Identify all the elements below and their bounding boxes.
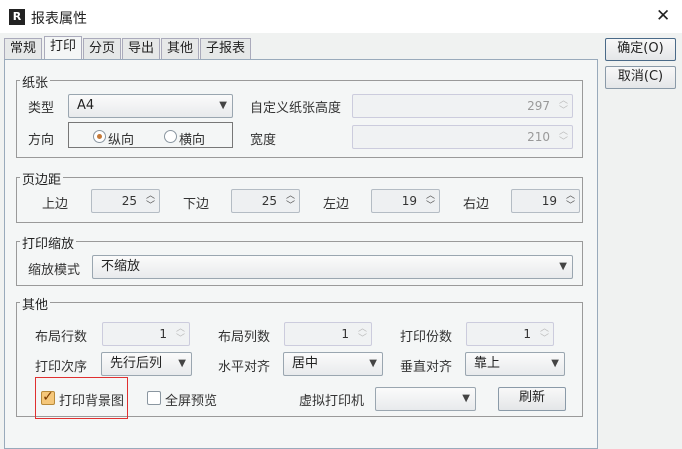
scaling-mode-label: 缩放模式 [28,263,81,278]
margin-top-spinner[interactable]: 25 ︿ ﹀ [91,189,160,213]
paper-width-label: 宽度 [250,133,277,148]
report-icon: R [9,9,25,25]
margin-top-value: 25 [121,194,137,208]
other-group-title: 其他 [20,294,51,313]
spinner-arrows-icon: ︿ ﹀ [558,96,568,116]
cancel-button[interactable]: 取消(C) [605,66,676,89]
chevron-down-icon: ▼ [559,261,567,272]
chevron-down-icon: ▼ [369,358,377,369]
scaling-group-title: 打印缩放 [20,233,77,252]
tab-subreport[interactable]: 子报表 [200,38,252,59]
portrait-radio[interactable] [93,130,106,143]
virtual-printer-label: 虚拟打印机 [299,394,365,409]
paper-type-select[interactable]: A4 ▼ [68,94,233,118]
copies-label: 打印份数 [400,330,453,345]
chevron-down-icon: ▼ [219,100,227,111]
portrait-label[interactable]: 纵向 [108,129,134,148]
margin-bottom-value: 25 [261,194,277,208]
tab-print[interactable]: 打印 [44,36,83,60]
margin-right-label: 右边 [463,197,490,212]
fullscreen-preview-label[interactable]: 全屏预览 [165,390,217,409]
paper-type-value: A4 [77,98,95,113]
margins-group-title: 页边距 [20,169,64,188]
margin-right-spinner[interactable]: 19 ︿ ﹀ [511,189,580,213]
copies-spinner[interactable]: 1 ︿ ﹀ [466,322,554,346]
layout-rows-label: 布局行数 [35,330,88,345]
spinner-arrows-icon: ︿ ﹀ [175,324,185,344]
spinner-arrows-icon: ︿ ﹀ [558,127,568,147]
chevron-down-icon: ▼ [462,393,470,404]
print-order-label: 打印次序 [35,360,88,375]
virtual-printer-select[interactable]: ▼ [375,387,476,411]
vertical-align-select[interactable]: 靠上 ▼ [465,352,565,376]
orientation-label: 方向 [28,133,55,148]
print-background-label[interactable]: 打印背景图 [59,390,124,409]
vertical-align-label: 垂直对齐 [400,360,453,375]
layout-rows-spinner[interactable]: 1 ︿ ﹀ [102,322,190,346]
margin-top-label: 上边 [42,197,69,212]
chevron-down-icon: ▼ [178,358,186,369]
refresh-button[interactable]: 刷新 [498,387,566,411]
tab-paging[interactable]: 分页 [83,38,122,59]
paper-type-label: 类型 [28,101,55,116]
margin-left-label: 左边 [323,197,350,212]
title-bar: R 报表属性 ✕ [0,0,682,33]
spinner-arrows-icon: ︿ ﹀ [357,324,367,344]
tab-other[interactable]: 其他 [161,38,200,59]
paper-group-title: 纸张 [20,72,51,91]
horizontal-align-value: 居中 [292,356,319,371]
spinner-arrows-icon: ︿ ﹀ [425,191,435,211]
horizontal-align-select[interactable]: 居中 ▼ [283,352,383,376]
vertical-align-value: 靠上 [474,356,501,371]
spinner-arrows-icon: ︿ ﹀ [145,191,155,211]
landscape-radio[interactable] [164,130,177,143]
tab-export[interactable]: 导出 [122,38,161,59]
custom-height-label: 自定义纸张高度 [250,101,342,116]
print-background-checkbox[interactable]: ✓ [41,390,55,405]
ok-button[interactable]: 确定(O) [605,38,676,61]
margin-left-value: 19 [401,194,417,208]
paper-width-value: 210 [527,130,550,144]
horizontal-align-label: 水平对齐 [218,360,271,375]
spinner-arrows-icon: ︿ ﹀ [539,324,549,344]
chevron-down-icon: ▼ [551,358,559,369]
margin-bottom-label: 下边 [183,197,210,212]
fullscreen-preview-checkbox[interactable] [147,391,161,405]
print-order-value: 先行后列 [110,356,163,371]
spinner-arrows-icon: ︿ ﹀ [565,191,575,211]
margin-right-value: 19 [541,194,557,208]
scaling-mode-value: 不缩放 [101,259,141,274]
window-title: 报表属性 [31,11,87,27]
paper-width-spinner[interactable]: 210 ︿ ﹀ [352,125,573,149]
close-icon[interactable]: ✕ [656,6,670,26]
print-order-select[interactable]: 先行后列 ▼ [101,352,192,376]
layout-cols-label: 布局列数 [218,330,271,345]
layout-cols-value: 1 [341,327,349,341]
scaling-mode-select[interactable]: 不缩放 ▼ [92,255,573,279]
paper-height-spinner[interactable]: 297 ︿ ﹀ [352,94,573,118]
margin-left-spinner[interactable]: 19 ︿ ﹀ [371,189,440,213]
layout-cols-spinner[interactable]: 1 ︿ ﹀ [284,322,372,346]
spinner-arrows-icon: ︿ ﹀ [285,191,295,211]
margin-bottom-spinner[interactable]: 25 ︿ ﹀ [231,189,300,213]
tab-general[interactable]: 常规 [4,38,43,59]
paper-height-value: 297 [527,99,550,113]
layout-rows-value: 1 [159,327,167,341]
copies-value: 1 [523,327,531,341]
landscape-label[interactable]: 横向 [179,129,205,148]
